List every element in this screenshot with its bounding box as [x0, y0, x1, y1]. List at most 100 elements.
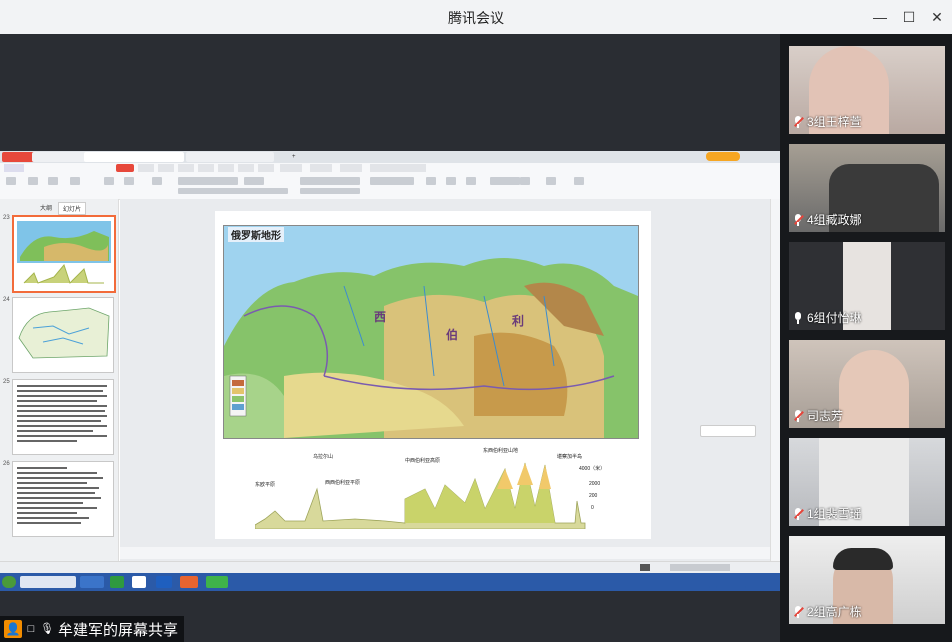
ribbon-icon[interactable]: [152, 177, 162, 185]
menu-item[interactable]: [158, 164, 174, 172]
menu-item[interactable]: [178, 164, 194, 172]
mic-icon: 🎙: [40, 623, 54, 635]
participant-tile[interactable]: 2组高广栋: [789, 536, 945, 624]
participant-name-row: 司志芳: [793, 407, 843, 424]
ribbon-icon[interactable]: [466, 177, 476, 185]
participant-tile[interactable]: 6组付怡琳: [789, 242, 945, 330]
new-tab-icon[interactable]: +: [288, 152, 304, 162]
participant-name-row: 3组王梓萱: [793, 113, 862, 130]
participant-tile[interactable]: 1组裴雪瑶: [789, 438, 945, 526]
taskbar-app[interactable]: [156, 576, 172, 588]
current-slide[interactable]: 俄罗斯地形 西 伯 利 乌拉尔山 东西伯利亚山地 中西伯利亚高原 东欧平原 西西…: [215, 211, 651, 539]
profile-scale: 200: [589, 493, 598, 499]
slide-thumbnail-panel: 大纲 幻灯片 23 24 25 26: [0, 199, 119, 561]
participant-name-row: 1组裴雪瑶: [793, 505, 862, 522]
menu-start[interactable]: [116, 164, 134, 172]
search-box[interactable]: [20, 576, 76, 588]
search-field[interactable]: [370, 164, 426, 172]
profile-label: 乌拉尔山: [313, 454, 334, 460]
minimize-icon[interactable]: —: [869, 6, 891, 28]
menu-item[interactable]: [340, 164, 362, 172]
ribbon-icon[interactable]: [70, 177, 80, 185]
profile-scale: 2000: [589, 481, 601, 487]
menu-item[interactable]: [238, 164, 254, 172]
font-size-select[interactable]: [244, 177, 264, 185]
screen-share-stage: + 大纲 幻灯片 23 24 25 26 俄罗斯地形 西 伯 利 乌拉尔山 东西…: [0, 34, 781, 642]
menu-item[interactable]: [198, 164, 214, 172]
mic-muted-icon: [793, 605, 804, 618]
ribbon-icon[interactable]: [490, 177, 520, 185]
menu-item[interactable]: [310, 164, 332, 172]
window-title: 腾讯会议: [448, 10, 504, 26]
taskbar-app[interactable]: [80, 576, 104, 588]
participant-tile[interactable]: 3组王梓萱: [789, 46, 945, 134]
slide-thumbnail[interactable]: [12, 461, 114, 537]
menu-item[interactable]: [138, 164, 154, 172]
notes-area[interactable]: [120, 547, 770, 559]
ppt-tab-active[interactable]: [84, 152, 184, 162]
participant-name: 2组高广栋: [807, 605, 862, 619]
wps-home-tab[interactable]: [2, 152, 36, 162]
menu-file[interactable]: [4, 164, 24, 172]
taskbar-app[interactable]: [110, 576, 124, 588]
user-icon: 👤: [4, 620, 22, 638]
thumb-map-graphic: [18, 307, 110, 359]
participant-name: 6组付怡琳: [807, 311, 862, 325]
align-tools[interactable]: [300, 188, 360, 194]
slides-tab[interactable]: 幻灯片: [58, 202, 87, 215]
profile-label: 东西伯利亚山地: [483, 448, 519, 454]
russia-terrain-map: 俄罗斯地形 西 伯 利: [223, 225, 639, 439]
ppt-tab[interactable]: [186, 152, 274, 162]
participant-name-row: 6组付怡琳: [793, 309, 862, 326]
map-title: 俄罗斯地形: [228, 227, 284, 242]
menu-item[interactable]: [280, 164, 302, 172]
chat-icon: □: [27, 623, 35, 635]
doc-tab[interactable]: [32, 152, 86, 162]
profile-label: 堪察加半岛: [557, 454, 583, 460]
thumb-text-lines: [17, 385, 107, 442]
play-icon[interactable]: [640, 564, 650, 571]
ribbon-icon[interactable]: [370, 177, 414, 185]
close-icon[interactable]: ✕: [926, 6, 948, 28]
ribbon-icon[interactable]: [574, 177, 584, 185]
menu-item[interactable]: [218, 164, 234, 172]
participant-tile[interactable]: 4组臧政娜: [789, 144, 945, 232]
participant-name: 3组王梓萱: [807, 115, 862, 129]
participant-tile[interactable]: 司志芳: [789, 340, 945, 428]
taskbar-app[interactable]: [132, 576, 146, 588]
taskbar-app[interactable]: [206, 576, 228, 588]
start-icon[interactable]: [2, 576, 16, 588]
floating-toolbar[interactable]: [700, 425, 756, 437]
profile-label: 东欧平原: [255, 482, 276, 488]
slide-thumbnail[interactable]: [12, 297, 114, 373]
slide-thumbnail[interactable]: [12, 379, 114, 455]
font-select[interactable]: [178, 177, 238, 185]
menu-item[interactable]: [258, 164, 274, 172]
participant-name-row: 4组臧政娜: [793, 211, 862, 228]
ribbon-icon[interactable]: [520, 177, 530, 185]
ribbon-icon[interactable]: [426, 177, 436, 185]
taskbar-app[interactable]: [180, 576, 198, 588]
region-label: 伯: [446, 328, 459, 342]
slide-thumbnail[interactable]: [12, 215, 116, 293]
ribbon-icon[interactable]: [124, 177, 134, 185]
ribbon-icon[interactable]: [6, 177, 16, 185]
thumb-map-graphic: [17, 221, 111, 284]
paragraph-tools[interactable]: [300, 177, 360, 185]
clock: [716, 576, 746, 588]
format-tools[interactable]: [178, 188, 288, 194]
ribbon-icon[interactable]: [104, 177, 114, 185]
thumb-text-lines: [17, 467, 103, 524]
maximize-icon[interactable]: ☐: [898, 6, 920, 28]
zoom-control[interactable]: [670, 564, 730, 571]
mic-muted-icon: [793, 115, 804, 128]
ribbon-icon[interactable]: [446, 177, 456, 185]
outline-tab[interactable]: 大纲: [36, 202, 56, 213]
thumb-number: 26: [3, 461, 10, 467]
ribbon-icon[interactable]: [546, 177, 556, 185]
account-badge[interactable]: [706, 152, 740, 161]
ribbon-icon[interactable]: [28, 177, 38, 185]
ribbon-icon[interactable]: [48, 177, 58, 185]
wps-tab-bar: +: [0, 151, 780, 163]
shared-screen: + 大纲 幻灯片 23 24 25 26 俄罗斯地形 西 伯 利 乌拉尔山 东西…: [0, 151, 781, 591]
